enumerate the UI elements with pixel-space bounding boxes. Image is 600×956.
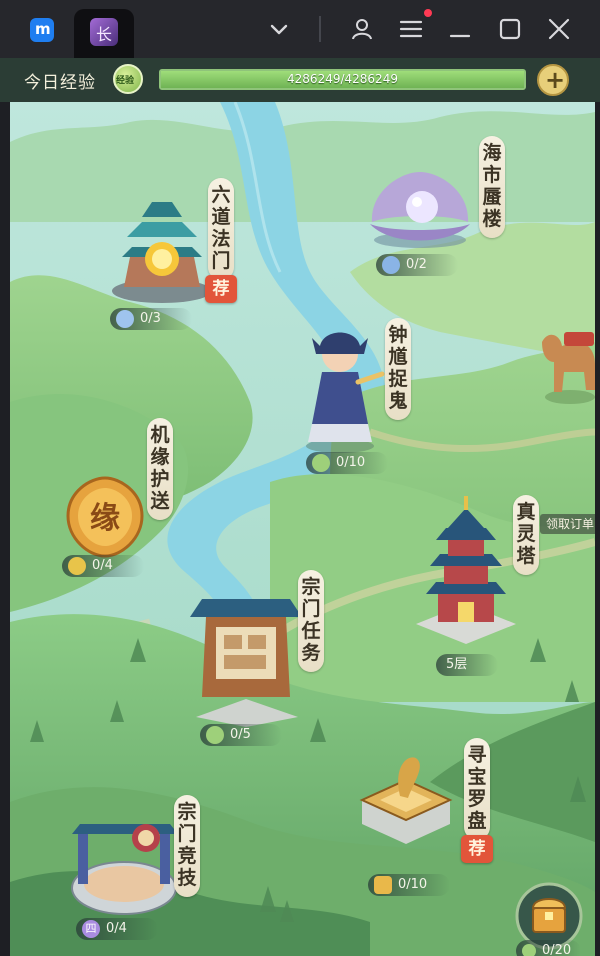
zhongkui-character[interactable] (298, 324, 388, 454)
world-map: 六道法门 荐 0/3 海市蜃楼 0/2 领取订单 钟馗捉鬼 0/10 缘 机缘护… (10, 102, 595, 956)
xunbao-compass[interactable] (352, 742, 460, 857)
green-token-icon (206, 726, 224, 744)
account-icon[interactable] (349, 16, 375, 42)
liudao-shrine-building[interactable] (102, 187, 222, 307)
blue-token-icon (116, 310, 134, 328)
crystal-token-icon (382, 256, 400, 274)
add-exp-button[interactable]: + (537, 64, 569, 96)
green-token-icon (522, 944, 536, 956)
counter-haishi: 0/2 (376, 254, 458, 276)
purple-token-icon: 四 (82, 920, 100, 938)
location-label-zongmen-arena: 宗门竞技 (174, 795, 200, 897)
camel-merchant[interactable] (534, 312, 595, 407)
daily-exp-label: 今日经验 (24, 73, 96, 93)
haishi-pearl-clam[interactable] (360, 152, 480, 252)
counter-zhongkui: 0/10 (306, 452, 388, 474)
exp-badge-icon: 经验 (113, 64, 143, 94)
minimize-icon[interactable] (447, 16, 473, 42)
location-label-xunbao: 寻宝罗盘 (464, 738, 490, 840)
counter-zhenling: 5层 (436, 654, 498, 676)
claim-order-label[interactable]: 领取订单 (540, 514, 595, 534)
recommend-badge: 荐 (461, 835, 493, 863)
zongmen-task-hall[interactable] (190, 577, 305, 727)
jiyuan-emblem[interactable]: 缘 (60, 472, 150, 562)
game-app-icon: 长 (90, 18, 118, 46)
maximize-icon[interactable] (497, 16, 523, 42)
zongmen-arena[interactable] (66, 804, 184, 922)
counter-xunbao: 0/10 (368, 874, 450, 896)
counter-liudao: 0/3 (110, 308, 192, 330)
recommend-badge: 荐 (205, 275, 237, 303)
window-titlebar: m 长 (0, 0, 600, 58)
exp-progress-track: 4286249/4286249 (159, 69, 526, 90)
location-label-jiyuan: 机缘护送 (147, 418, 173, 520)
counter-chest: 0/20 (516, 940, 582, 956)
dropdown-chevron-icon[interactable] (266, 16, 292, 42)
game-tab[interactable]: 长 (74, 9, 134, 58)
app-logo-icon[interactable]: m (30, 18, 54, 42)
notification-dot (424, 9, 432, 17)
emblem-glyph: 缘 (90, 501, 120, 536)
location-label-zongmen-task: 宗门任务 (298, 570, 324, 672)
location-label-liudao: 六道法门 (208, 178, 234, 280)
gold-ingot-icon (374, 876, 392, 894)
close-icon[interactable] (546, 16, 572, 42)
exp-progress-text: 4286249/4286249 (287, 72, 398, 86)
daily-exp-bar: 今日经验 经验 4286249/4286249 + (0, 58, 600, 102)
location-label-haishi: 海市蜃楼 (479, 136, 505, 238)
counter-zongmen-arena: 四 0/4 (76, 918, 158, 940)
menu-icon[interactable] (398, 16, 424, 42)
zhenling-pagoda[interactable] (408, 494, 523, 649)
counter-jiyuan: 0/4 (62, 555, 144, 577)
gold-coin-icon (68, 557, 86, 575)
location-label-zhongkui: 钟馗捉鬼 (385, 318, 411, 420)
titlebar-divider (319, 16, 321, 42)
green-token-icon (312, 454, 330, 472)
location-label-zhenling: 真灵塔 (513, 495, 539, 575)
counter-zongmen-task: 0/5 (200, 724, 282, 746)
